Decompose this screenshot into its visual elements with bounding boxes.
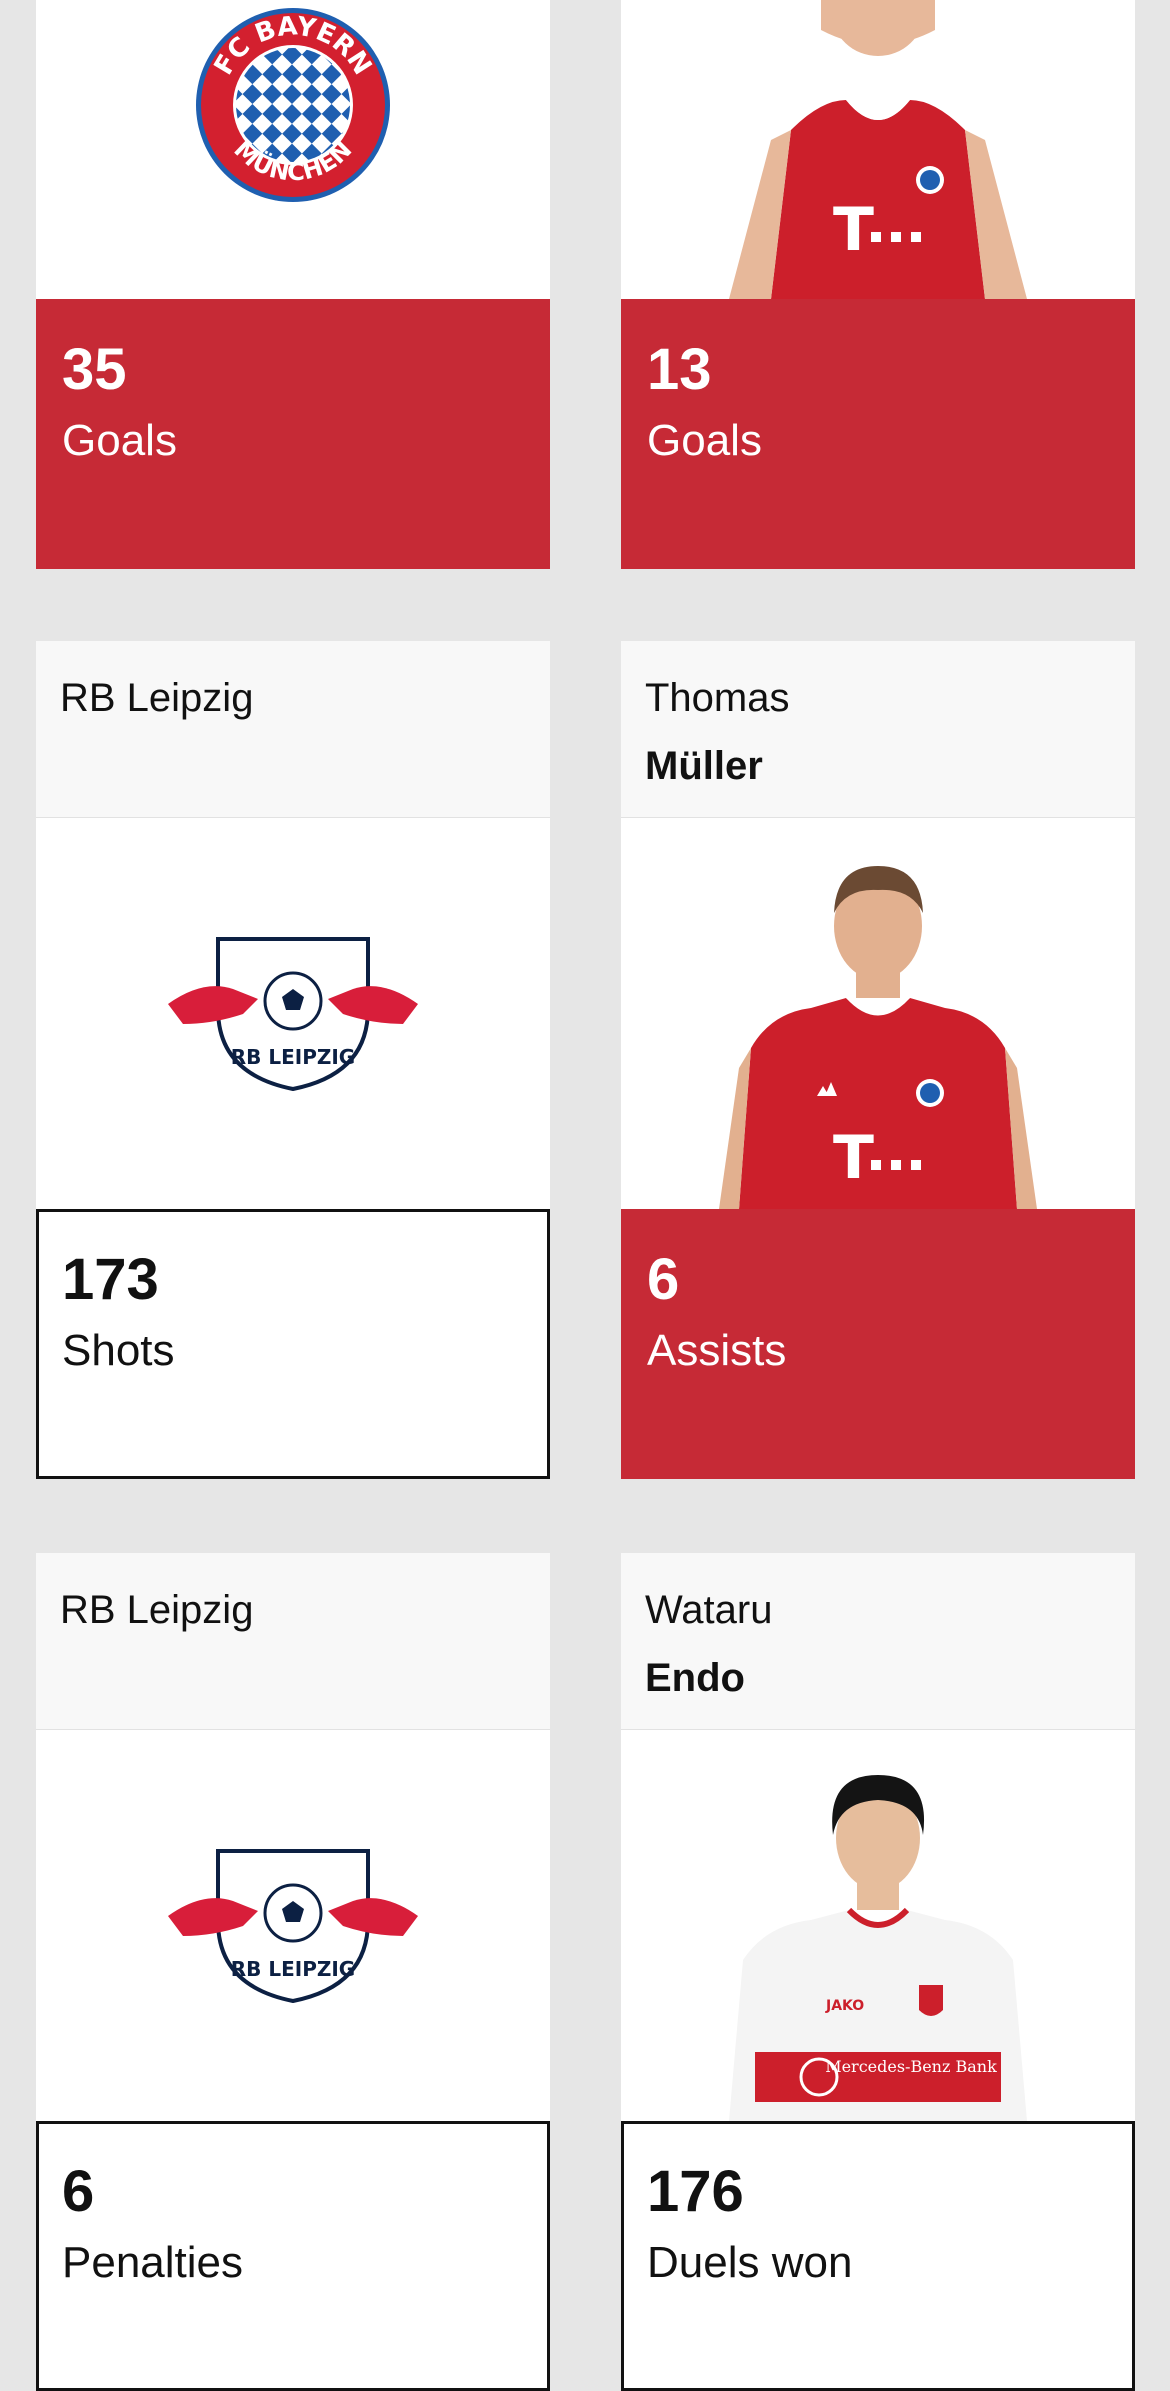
- svg-text:RB LEIPZIG: RB LEIPZIG: [231, 1957, 355, 1981]
- card-header: Thomas Müller: [621, 641, 1135, 818]
- stat-label: Goals: [647, 416, 762, 465]
- stat-box: 176 Duels won: [621, 2121, 1135, 2391]
- stat-value: 6: [647, 1247, 680, 1312]
- stat-label: Shots: [62, 1326, 175, 1375]
- team-logo-area: FC BAYERN MÜNCHEN: [36, 0, 550, 299]
- stat-card-team-shots[interactable]: RB Leipzig RB LEIPZIG 173 Shots: [36, 641, 550, 1479]
- svg-text:Mercedes-Benz Bank: Mercedes-Benz Bank: [825, 2057, 997, 2076]
- stat-value: 173: [62, 1247, 159, 1312]
- stat-value: 176: [647, 2159, 744, 2224]
- bayern-logo-icon: FC BAYERN MÜNCHEN: [196, 8, 390, 202]
- player-photo-icon: T: [719, 866, 1037, 1209]
- player-first-name: Wataru: [645, 1588, 773, 1632]
- stat-label: Assists: [647, 1326, 787, 1375]
- player-last-name: Endo: [645, 1656, 745, 1700]
- stat-box: 35 Goals: [36, 299, 550, 569]
- team-name: RB Leipzig: [60, 1588, 254, 1632]
- stat-value: 13: [647, 337, 712, 402]
- svg-text:T: T: [833, 195, 874, 265]
- player-photo-area: T: [621, 818, 1135, 1209]
- stat-label: Penalties: [62, 2238, 244, 2287]
- team-logo-area: RB LEIPZIG: [36, 818, 550, 1209]
- stat-box: 6 Penalties: [36, 2121, 550, 2391]
- svg-text:T: T: [833, 1123, 874, 1193]
- stat-card-player-assists[interactable]: Thomas Müller T 6 Assists: [621, 641, 1135, 1479]
- player-photo-icon: T: [729, 0, 1027, 299]
- stat-value: 35: [62, 337, 127, 402]
- player-photo-area: T: [621, 0, 1135, 299]
- stat-box: 6 Assists: [621, 1209, 1135, 1479]
- svg-text:JAKO: JAKO: [825, 1998, 864, 2014]
- stat-label: Goals: [62, 416, 177, 465]
- rb-leipzig-logo-icon: RB LEIPZIG: [168, 936, 418, 1091]
- stat-box: 173 Shots: [36, 1209, 550, 1479]
- player-photo-icon: Mercedes-Benz Bank JAKO: [729, 1775, 1027, 2121]
- stat-card-player-goals[interactable]: T 13 Goals: [621, 0, 1135, 569]
- stat-value: 6: [62, 2159, 95, 2224]
- rb-leipzig-logo-icon: RB LEIPZIG: [168, 1848, 418, 2003]
- player-first-name: Thomas: [645, 676, 790, 720]
- card-header: RB Leipzig: [36, 1553, 550, 1730]
- team-name: RB Leipzig: [60, 676, 254, 720]
- player-last-name: Müller: [645, 744, 763, 788]
- stat-card-team-goals[interactable]: FC BAYERN MÜNCHEN 35 Goals: [36, 0, 550, 569]
- stat-label: Duels won: [647, 2238, 853, 2287]
- stat-card-player-duels[interactable]: Wataru Endo Mercedes-Benz Bank JAKO 176 …: [621, 1553, 1135, 2391]
- player-photo-area: Mercedes-Benz Bank JAKO: [621, 1730, 1135, 2121]
- svg-text:RB LEIPZIG: RB LEIPZIG: [231, 1045, 355, 1069]
- stat-card-team-penalties[interactable]: RB Leipzig RB LEIPZIG 6 Penalties: [36, 1553, 550, 2391]
- card-header: RB Leipzig: [36, 641, 550, 818]
- stat-box: 13 Goals: [621, 299, 1135, 569]
- team-logo-area: RB LEIPZIG: [36, 1730, 550, 2121]
- card-header: Wataru Endo: [621, 1553, 1135, 1730]
